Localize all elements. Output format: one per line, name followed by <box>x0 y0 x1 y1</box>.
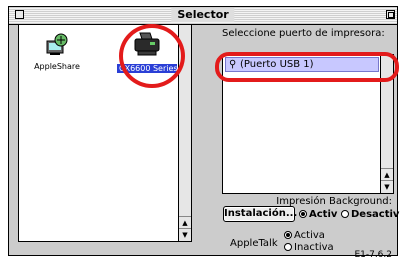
appletalk-off-radio[interactable]: Inactiva <box>284 242 334 254</box>
version-label: E1-7.6.2 <box>354 250 392 260</box>
device-label-selected: CX6600 Series <box>117 64 178 73</box>
zoom-box[interactable] <box>386 10 395 19</box>
port-item-usb1[interactable]: ⚲ (Puerto USB 1) <box>225 57 379 72</box>
radio-empty-icon <box>341 210 349 218</box>
appleshare-icon <box>46 33 68 55</box>
port-list-title: Seleccione puerto de impresora: <box>222 28 385 39</box>
device-cx6600[interactable]: CX6600 Series <box>117 31 178 73</box>
background-off-label: Desactiv <box>351 209 400 220</box>
appletalk-on-label: Activa <box>294 230 325 241</box>
radio-empty-icon <box>284 243 292 251</box>
background-off-radio[interactable]: Desactiv <box>341 209 399 221</box>
device-appleshare[interactable]: AppleShare <box>33 33 81 71</box>
appletalk-on-radio[interactable]: Activa <box>284 230 325 242</box>
device-list: AppleShare CX6600 Series ▲ ▼ <box>18 24 192 242</box>
radio-selected-icon <box>299 210 307 218</box>
title-bar[interactable]: Selector <box>9 7 397 25</box>
window-title: Selector <box>171 8 235 22</box>
appletalk-off-label: Inactiva <box>294 242 334 253</box>
device-list-scrollbar[interactable]: ▲ ▼ <box>178 25 191 241</box>
port-list-scrollbar[interactable]: ▲ ▼ <box>380 55 393 193</box>
device-label: AppleShare <box>34 62 80 71</box>
close-box[interactable] <box>15 10 24 19</box>
background-on-label: Activ <box>309 209 338 220</box>
printer-icon <box>134 32 160 56</box>
radio-selected-icon <box>284 231 292 239</box>
background-on-radio[interactable]: Activ <box>299 209 337 221</box>
scroll-down-arrow-icon[interactable]: ▼ <box>179 228 191 241</box>
background-printing-label: Impresión Background: <box>276 196 392 207</box>
scroll-down-arrow-icon[interactable]: ▼ <box>381 180 393 193</box>
setup-button[interactable]: Instalación... <box>223 206 297 222</box>
port-item-label: (Puerto USB 1) <box>240 59 314 70</box>
port-list: ⚲ (Puerto USB 1) ▲ ▼ <box>222 54 394 194</box>
usb-icon: ⚲ <box>229 59 237 70</box>
appletalk-label: AppleTalk <box>230 238 278 249</box>
